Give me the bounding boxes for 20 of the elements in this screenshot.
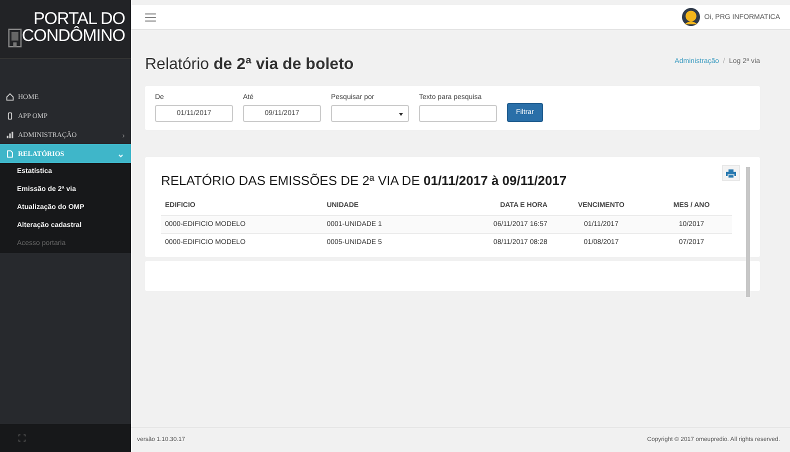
building-icon <box>8 28 22 48</box>
document-icon <box>6 150 14 158</box>
phone-icon <box>6 112 14 120</box>
caret-icon: › <box>122 130 125 140</box>
home-icon <box>6 92 14 100</box>
select-field[interactable] <box>331 105 409 122</box>
bar-chart-icon <box>6 130 14 138</box>
page-title: Relatório de 2ª via de boleto <box>145 56 354 74</box>
logo-text: CONDÔMINO <box>22 27 125 44</box>
printer-icon <box>726 168 736 178</box>
logo-text: PORTAL DO <box>33 10 125 27</box>
fullscreen-icon[interactable] <box>18 434 26 442</box>
dropdown-arrow-icon <box>399 113 403 116</box>
avatar-icon <box>682 8 700 26</box>
scrollbar[interactable] <box>746 167 750 297</box>
menu-icon[interactable] <box>145 12 156 22</box>
report-heading: RELATÓRIO DAS EMISSÕES DE 2ª VIA DE 01/11/2017 à 09/11/2017 <box>161 173 568 188</box>
input-field[interactable] <box>419 105 497 122</box>
caret-icon: ⌄ <box>117 148 125 158</box>
print-button[interactable] <box>722 165 740 181</box>
